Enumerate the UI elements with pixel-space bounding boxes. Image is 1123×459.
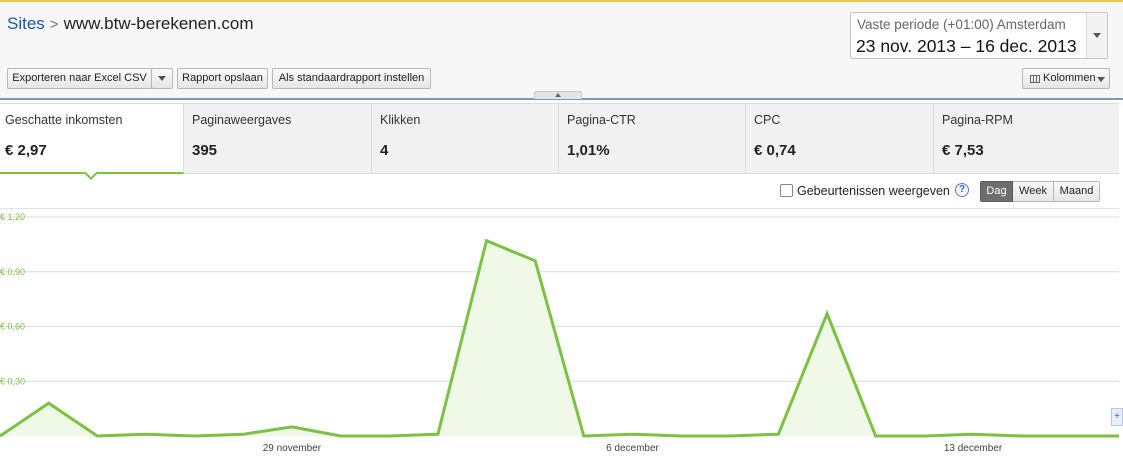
columns-label: Kolommen (1043, 72, 1096, 84)
y-tick-label: € 0,30 (0, 376, 25, 386)
help-icon[interactable]: ? (955, 183, 969, 197)
active-tab-indicator (83, 165, 99, 181)
granularity-month-button[interactable]: Maand (1054, 181, 1100, 202)
metric-label: Geschatte inkomsten (5, 113, 123, 127)
chart-scroll-right-button[interactable]: + (1111, 408, 1123, 426)
y-tick-label: € 0,90 (0, 267, 25, 277)
y-tick-label: € 0,60 (0, 322, 25, 332)
metric-tab-cpc[interactable]: CPC € 0,74 (746, 104, 934, 174)
export-options-dropdown[interactable] (151, 68, 173, 89)
x-tick-label: 6 december (606, 443, 659, 454)
metric-value: 4 (380, 142, 389, 159)
breadcrumb-separator: > (49, 16, 59, 33)
metric-label: Klikken (380, 113, 421, 127)
metric-tab-estimated-earnings[interactable]: Geschatte inkomsten € 2,97 (0, 104, 184, 181)
metric-tab-page-rpm[interactable]: Pagina-RPM € 7,53 (934, 104, 1119, 174)
events-label: Gebeurtenissen weergeven (797, 184, 950, 198)
metric-tabs: Geschatte inkomsten € 2,97 Paginaweergav… (0, 103, 1119, 181)
granularity-week-button[interactable]: Week (1013, 181, 1054, 202)
date-range-picker[interactable]: Vaste periode (+01:00) Amsterdam 23 nov.… (850, 12, 1108, 59)
metric-value: 395 (192, 142, 218, 159)
report-header: Sites > www.btw-berekenen.com Vaste period… (0, 2, 1123, 100)
metric-tab-page-views[interactable]: Paginaweergaves 395 (184, 104, 372, 174)
date-range-value: 23 nov. 2013 – 16 dec. 2013 (856, 36, 1077, 56)
chevron-down-icon (1097, 77, 1105, 82)
columns-button[interactable]: Kolommen (1022, 68, 1110, 89)
chevron-down-icon (1093, 33, 1101, 38)
metric-value: 1,01% (567, 142, 610, 159)
metric-label: Paginaweergaves (192, 113, 292, 127)
chevron-up-icon (555, 93, 561, 97)
metric-value: € 7,53 (942, 142, 984, 159)
date-range-dropdown-button[interactable] (1086, 13, 1107, 58)
metric-tab-clicks[interactable]: Klikken 4 (372, 104, 559, 174)
columns-icon (1030, 75, 1040, 83)
metric-label: Pagina-CTR (567, 113, 636, 127)
x-tick-label: 13 december (944, 443, 1003, 454)
collapse-header-button[interactable] (534, 91, 582, 99)
metric-label: CPC (754, 113, 781, 127)
metric-value: € 2,97 (5, 142, 47, 159)
breadcrumb-sites-link[interactable]: Sites (7, 14, 45, 33)
export-csv-button[interactable]: Exporteren naar Excel CSV (7, 68, 152, 89)
metric-tab-page-ctr[interactable]: Pagina-CTR 1,01% (559, 104, 746, 174)
metric-label: Pagina-RPM (942, 113, 1013, 127)
save-report-button[interactable]: Rapport opslaan (177, 68, 268, 89)
earnings-chart: € 0,30 € 0,60 € 0,90 € 1,20 29 november 6 dec… (0, 212, 1119, 454)
series-area (0, 240, 1119, 436)
breadcrumb: Sites > www.btw-berekenen.com (7, 14, 253, 34)
y-tick-label: € 1,20 (0, 212, 25, 222)
metric-value: € 0,74 (754, 142, 796, 159)
date-range-label: Vaste periode (+01:00) Amsterdam (857, 17, 1066, 32)
chevron-down-icon (158, 76, 166, 81)
breadcrumb-current-site: www.btw-berekenen.com (63, 14, 254, 33)
events-checkbox[interactable] (780, 184, 793, 197)
x-tick-label: 29 november (263, 443, 322, 454)
set-default-report-button[interactable]: Als standaardrapport instellen (272, 68, 431, 89)
granularity-day-button[interactable]: Dag (980, 181, 1013, 202)
